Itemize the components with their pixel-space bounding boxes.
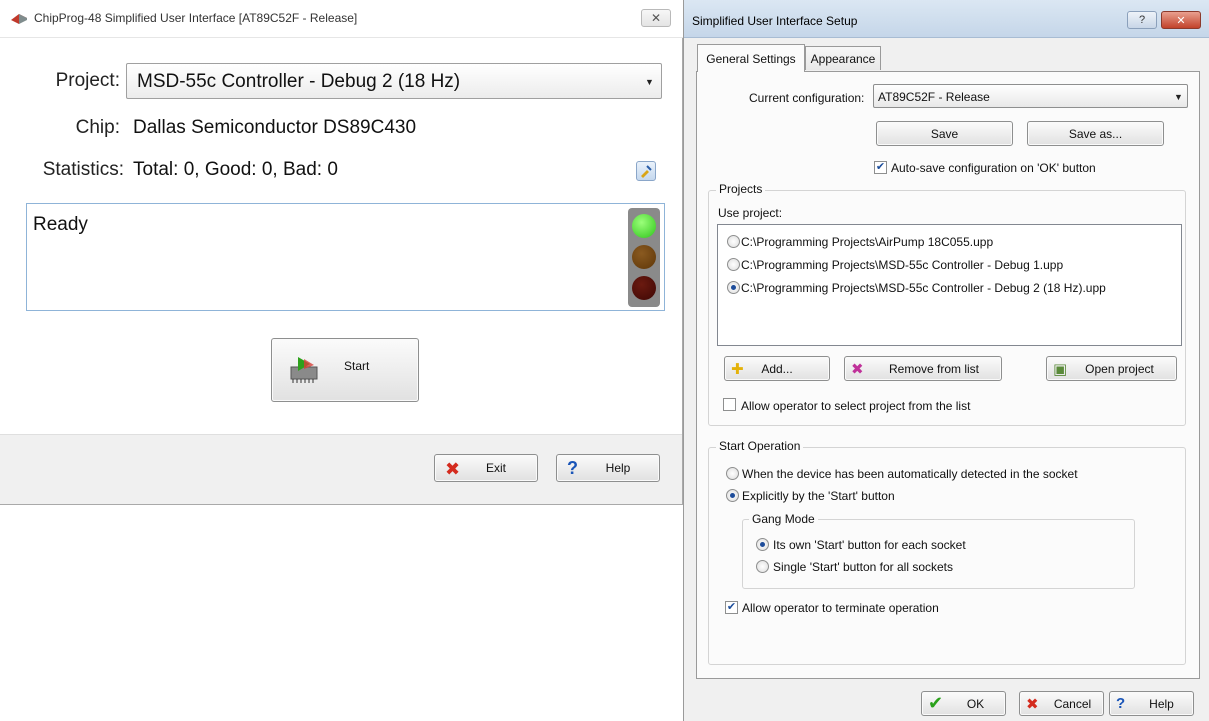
tab-label: General Settings	[706, 51, 796, 66]
project-path-1: C:\Programming Projects\AirPump 18C055.u…	[741, 235, 994, 249]
exit-x-icon: ✖	[445, 459, 461, 479]
ok-check-icon: ✔	[928, 693, 944, 713]
project-value: MSD-55c Controller - Debug 2 (18 Hz)	[137, 71, 461, 92]
current-config-label: Current configuration:	[749, 91, 865, 105]
remove-label: Remove from list	[888, 361, 980, 376]
allow-terminate-checkbox[interactable]: ✔	[725, 601, 738, 614]
project-list: C:\Programming Projects\AirPump 18C055.u…	[717, 224, 1182, 346]
open-project-icon: ▣	[1053, 361, 1068, 378]
add-project-button[interactable]: ✚ Add...	[724, 356, 830, 381]
dialog-title: Simplified User Interface Setup	[692, 14, 858, 28]
setup-dialog: Simplified User Interface Setup ? ✕ Gene…	[683, 0, 1209, 721]
projects-group-title: Projects	[716, 182, 766, 196]
config-value: AT89C52F - Release	[878, 90, 990, 104]
project-radio-1[interactable]	[727, 235, 740, 248]
gang-mode-group	[742, 519, 1135, 589]
red-light-icon	[632, 276, 656, 300]
save-as-label: Save as...	[1068, 126, 1123, 141]
help-button[interactable]: ? Help	[556, 454, 660, 482]
project-dropdown[interactable]: MSD-55c Controller - Debug 2 (18 Hz) ▼	[126, 63, 662, 99]
help-label: Help	[1149, 696, 1174, 711]
allow-terminate-label: Allow operator to terminate operation	[742, 601, 939, 615]
start-operation-title: Start Operation	[716, 439, 804, 453]
statistics-label: Statistics:	[42, 159, 124, 180]
help-question-icon: ?	[1116, 695, 1126, 712]
chip-label: Chip:	[75, 117, 120, 138]
project-path-2: C:\Programming Projects\MSD-55c Controll…	[741, 258, 1064, 272]
use-project-label: Use project:	[718, 206, 783, 220]
add-label: Add...	[761, 361, 793, 376]
ok-button[interactable]: ✔ OK	[921, 691, 1006, 716]
remove-from-list-button[interactable]: ✖ Remove from list	[844, 356, 1002, 381]
project-path-3: C:\Programming Projects\MSD-55c Controll…	[741, 281, 1106, 295]
chevron-down-icon: ▼	[645, 77, 654, 87]
cancel-button[interactable]: ✖ Cancel	[1019, 691, 1104, 716]
allow-select-checkbox[interactable]	[723, 398, 736, 411]
exit-button[interactable]: ✖ Exit	[434, 454, 538, 482]
start-button[interactable]: Start	[271, 338, 419, 402]
cancel-label: Cancel	[1053, 696, 1092, 711]
save-label: Save	[930, 126, 959, 141]
window-title: ChipProg-48 Simplified User Interface [A…	[34, 11, 358, 25]
open-project-button[interactable]: ▣ Open project	[1046, 356, 1177, 381]
gang-own-radio[interactable]	[756, 538, 769, 551]
help-label: Help	[605, 461, 631, 475]
project-radio-2[interactable]	[727, 258, 740, 271]
status-text: Ready	[33, 214, 88, 235]
chip-start-icon	[290, 357, 318, 383]
close-icon: ✕	[1176, 14, 1186, 27]
tab-appearance[interactable]: Appearance	[805, 46, 881, 70]
save-button[interactable]: Save	[876, 121, 1013, 146]
open-project-label: Open project	[1085, 361, 1154, 376]
remove-x-icon: ✖	[851, 361, 864, 378]
tab-general-settings[interactable]: General Settings	[697, 44, 805, 72]
help-question-icon: ?	[567, 458, 578, 478]
ok-label: OK	[966, 696, 985, 711]
project-radio-3[interactable]	[727, 281, 740, 294]
start-auto-radio[interactable]	[726, 467, 739, 480]
allow-select-label: Allow operator to select project from th…	[741, 399, 971, 413]
amber-light-icon	[632, 245, 656, 269]
context-help-button[interactable]: ?	[1127, 11, 1157, 29]
main-window: ChipProg-48 Simplified User Interface [A…	[0, 0, 683, 505]
gang-single-label: Single 'Start' button for all sockets	[773, 560, 954, 574]
close-button[interactable]: ✕	[641, 9, 671, 27]
dialog-close-button[interactable]: ✕	[1161, 11, 1201, 29]
dialog-help-button[interactable]: ? Help	[1109, 691, 1194, 716]
config-dropdown[interactable]: AT89C52F - Release ▼	[873, 84, 1188, 108]
dialog-title-bar: Simplified User Interface Setup ? ✕	[684, 0, 1209, 38]
exit-label: Exit	[485, 461, 506, 475]
title-bar: ChipProg-48 Simplified User Interface [A…	[0, 0, 683, 38]
start-explicit-label: Explicitly by the 'Start' button	[742, 489, 895, 503]
close-icon: ✕	[650, 11, 662, 25]
start-explicit-radio[interactable]	[726, 489, 739, 502]
status-panel: Ready	[26, 203, 665, 311]
project-label: Project:	[55, 70, 120, 91]
save-as-button[interactable]: Save as...	[1027, 121, 1164, 146]
gang-mode-title: Gang Mode	[749, 512, 818, 526]
statistics-settings-icon[interactable]	[636, 161, 656, 181]
chipprog-app-icon	[11, 14, 27, 24]
chevron-down-icon: ▼	[1174, 92, 1183, 102]
statistics-value: Total: 0, Good: 0, Bad: 0	[133, 159, 338, 180]
question-icon: ?	[1138, 14, 1146, 26]
green-light-icon	[632, 214, 656, 238]
autosave-checkbox[interactable]: ✔	[874, 161, 887, 174]
tab-label: Appearance	[810, 51, 876, 66]
traffic-light-indicator	[628, 208, 660, 307]
chip-value: Dallas Semiconductor DS89C430	[133, 117, 417, 138]
start-auto-label: When the device has been automatically d…	[742, 467, 1078, 481]
autosave-label: Auto-save configuration on 'OK' button	[891, 161, 1096, 175]
gang-own-label: Its own 'Start' button for each socket	[773, 538, 966, 552]
cancel-x-icon: ✖	[1026, 696, 1039, 713]
gang-single-radio[interactable]	[756, 560, 769, 573]
start-label: Start	[344, 359, 370, 373]
add-plus-icon: ✚	[731, 361, 744, 378]
